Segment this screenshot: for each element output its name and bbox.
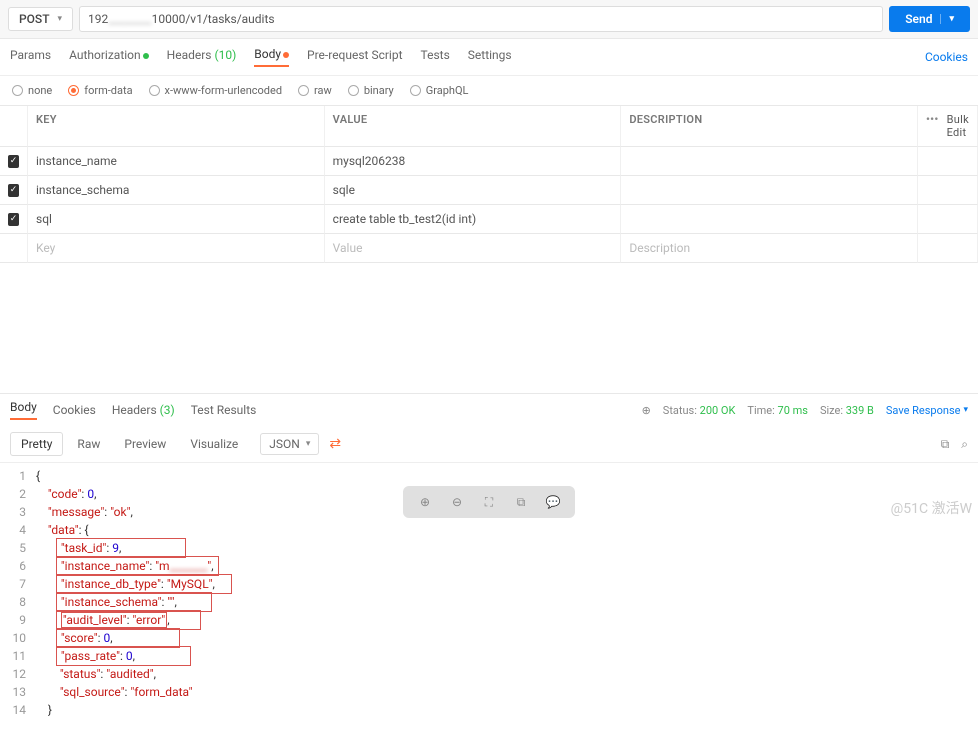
tab-headers[interactable]: Headers (10)	[167, 48, 237, 66]
view-raw[interactable]: Raw	[67, 433, 110, 455]
cell-key[interactable]: instance_name	[28, 147, 325, 176]
resp-tab-tests[interactable]: Test Results	[191, 403, 257, 417]
cookies-link[interactable]: Cookies	[925, 50, 968, 64]
form-data-table: KEY VALUE DESCRIPTION ••• Bulk Edit ✓ ins…	[0, 105, 978, 263]
search-icon[interactable]: ⌕	[961, 437, 968, 452]
radio-formdata[interactable]: form-data	[68, 84, 132, 97]
view-preview[interactable]: Preview	[114, 433, 176, 455]
copy-icon[interactable]: ⧉	[941, 437, 950, 452]
radio-graphql[interactable]: GraphQL	[410, 84, 469, 97]
save-response[interactable]: Save Response ▾	[886, 404, 968, 417]
tab-params[interactable]: Params	[10, 48, 51, 66]
radio-binary[interactable]: binary	[348, 84, 394, 97]
cell-value[interactable]: create table tb_test2(id int)	[325, 205, 622, 234]
resp-tab-body[interactable]: Body	[10, 400, 37, 420]
view-visualize[interactable]: Visualize	[180, 433, 248, 455]
chevron-down-icon: ▾	[58, 14, 63, 24]
tab-prerequest[interactable]: Pre-request Script	[307, 48, 402, 66]
view-pretty[interactable]: Pretty	[10, 432, 63, 456]
radio-xwww[interactable]: x-www-form-urlencoded	[149, 84, 283, 97]
cell-value[interactable]: mysql206238	[325, 147, 622, 176]
tab-settings[interactable]: Settings	[468, 48, 512, 66]
zoom-in-icon[interactable]: ⊕	[415, 492, 435, 512]
cell-value[interactable]: sqle	[325, 176, 622, 205]
row-checkbox[interactable]: ✓	[8, 213, 19, 226]
bulk-edit-link[interactable]: Bulk Edit	[947, 113, 969, 139]
expand-icon[interactable]: ⛶	[479, 492, 499, 512]
cell-key-placeholder[interactable]: Key	[28, 234, 325, 263]
cell-desc[interactable]	[621, 176, 918, 205]
cell-value-placeholder[interactable]: Value	[325, 234, 622, 263]
row-checkbox[interactable]: ✓	[8, 155, 19, 168]
method-select[interactable]: POST ▾	[8, 7, 73, 31]
dot-icon	[283, 52, 289, 58]
resp-tab-cookies[interactable]: Cookies	[53, 403, 96, 417]
cell-desc[interactable]	[621, 205, 918, 234]
dot-icon	[143, 53, 149, 59]
status: Status: 200 OK	[663, 404, 736, 417]
cell-key[interactable]: instance_schema	[28, 176, 325, 205]
bottom-toolbar: ⊕ ⊖ ⛶ ⧉ 💬	[403, 486, 575, 518]
radio-none[interactable]: none	[12, 84, 52, 97]
wrap-icon[interactable]: ⇄	[329, 436, 341, 452]
chevron-down-icon[interactable]: ▾	[940, 14, 954, 24]
col-value: VALUE	[325, 106, 622, 147]
cell-desc[interactable]	[621, 147, 918, 176]
col-key: KEY	[28, 106, 325, 147]
size: Size: 339 B	[820, 404, 874, 417]
globe-icon[interactable]: ⊕	[642, 404, 651, 417]
radio-raw[interactable]: raw	[298, 84, 332, 97]
zoom-out-icon[interactable]: ⊖	[447, 492, 467, 512]
resp-tab-headers[interactable]: Headers (3)	[112, 403, 175, 417]
method-label: POST	[19, 12, 50, 26]
watermark: @51C 激活W	[891, 498, 972, 518]
tab-tests[interactable]: Tests	[421, 48, 450, 66]
tab-body[interactable]: Body	[254, 47, 289, 67]
cell-key[interactable]: sql	[28, 205, 325, 234]
copy-icon[interactable]: ⧉	[511, 492, 531, 512]
send-button[interactable]: Send ▾	[889, 6, 970, 32]
cell-desc-placeholder[interactable]: Description	[621, 234, 918, 263]
time: Time: 70 ms	[747, 404, 808, 417]
col-desc: DESCRIPTION	[621, 106, 918, 147]
url-input[interactable]: 192________10000/v1/tasks/audits	[79, 6, 883, 32]
row-checkbox[interactable]: ✓	[8, 184, 19, 197]
format-select[interactable]: JSON▾	[260, 433, 319, 455]
more-icon[interactable]: •••	[926, 113, 939, 139]
comment-icon[interactable]: 💬	[543, 492, 563, 512]
tab-auth[interactable]: Authorization	[69, 48, 149, 66]
